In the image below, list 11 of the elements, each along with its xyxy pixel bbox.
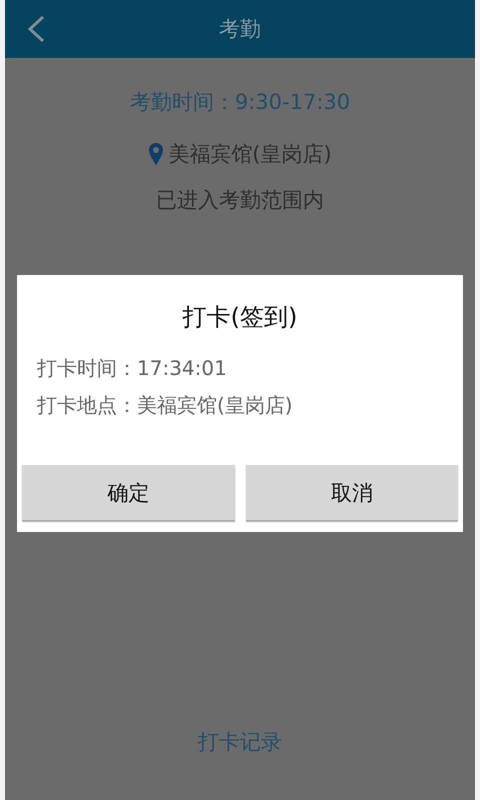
- header-title: 考勤: [219, 16, 261, 43]
- location-pin-icon: [148, 143, 164, 165]
- dialog-detail: 打卡时间：17:34:01: [37, 355, 228, 382]
- attendance-hours: 考勤时间：9:30-17:30: [130, 89, 350, 116]
- confirm-button[interactable]: 确定: [22, 465, 234, 520]
- cancel-button[interactable]: 取消: [246, 465, 458, 520]
- location-name: 美福宾馆(皇岗店): [168, 141, 332, 168]
- dialog-title: 打卡(签到): [182, 302, 298, 333]
- range-status: 已进入考勤范围内: [156, 187, 324, 214]
- dialog-detail: 打卡地点：美福宾馆(皇岗店): [37, 392, 294, 419]
- back-icon[interactable]: [25, 15, 47, 43]
